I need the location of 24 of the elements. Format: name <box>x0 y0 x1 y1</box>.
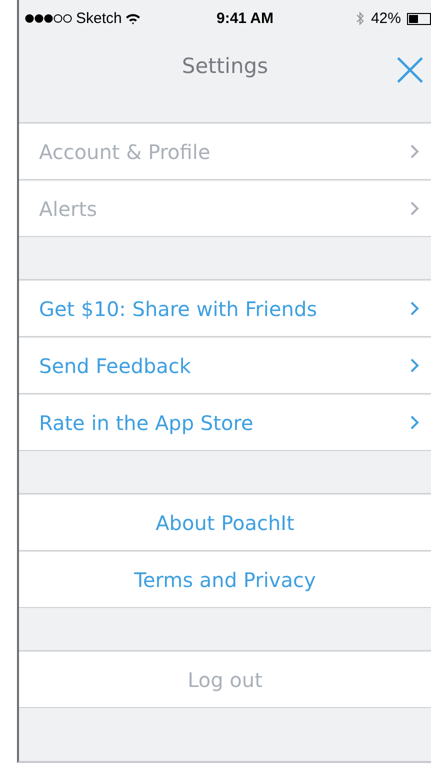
clock-time: 9:41 AM <box>216 10 274 27</box>
row-label: Send Feedback <box>39 354 192 378</box>
chevron-icon <box>410 201 419 216</box>
nav-title: Settings <box>182 54 268 78</box>
carrier-name: Sketch <box>76 10 122 27</box>
chevron-icon <box>410 144 419 159</box>
settings-row[interactable]: Get $10: Share with Friends <box>19 280 431 337</box>
battery-icon <box>407 12 431 24</box>
chevron-icon <box>410 415 419 430</box>
row-label: Rate in the App Store <box>39 410 254 434</box>
close-icon[interactable] <box>397 57 423 83</box>
wifi-icon <box>124 12 141 24</box>
bluetooth-icon <box>354 11 365 26</box>
row-label: Get $10: Share with Friends <box>39 296 318 320</box>
signal-icon <box>25 14 73 23</box>
row-label: Alerts <box>39 196 98 220</box>
settings-row[interactable]: Rate in the App Store <box>19 394 431 451</box>
row-label: Account & Profile <box>39 140 212 164</box>
battery-percent: 42% <box>370 10 401 27</box>
chevron-icon <box>410 358 419 373</box>
settings-button[interactable]: About PoachIt <box>19 494 431 551</box>
settings-button[interactable]: Terms and Privacy <box>19 551 431 608</box>
chevron-icon <box>410 301 419 316</box>
settings-row[interactable]: Send Feedback <box>19 337 431 394</box>
